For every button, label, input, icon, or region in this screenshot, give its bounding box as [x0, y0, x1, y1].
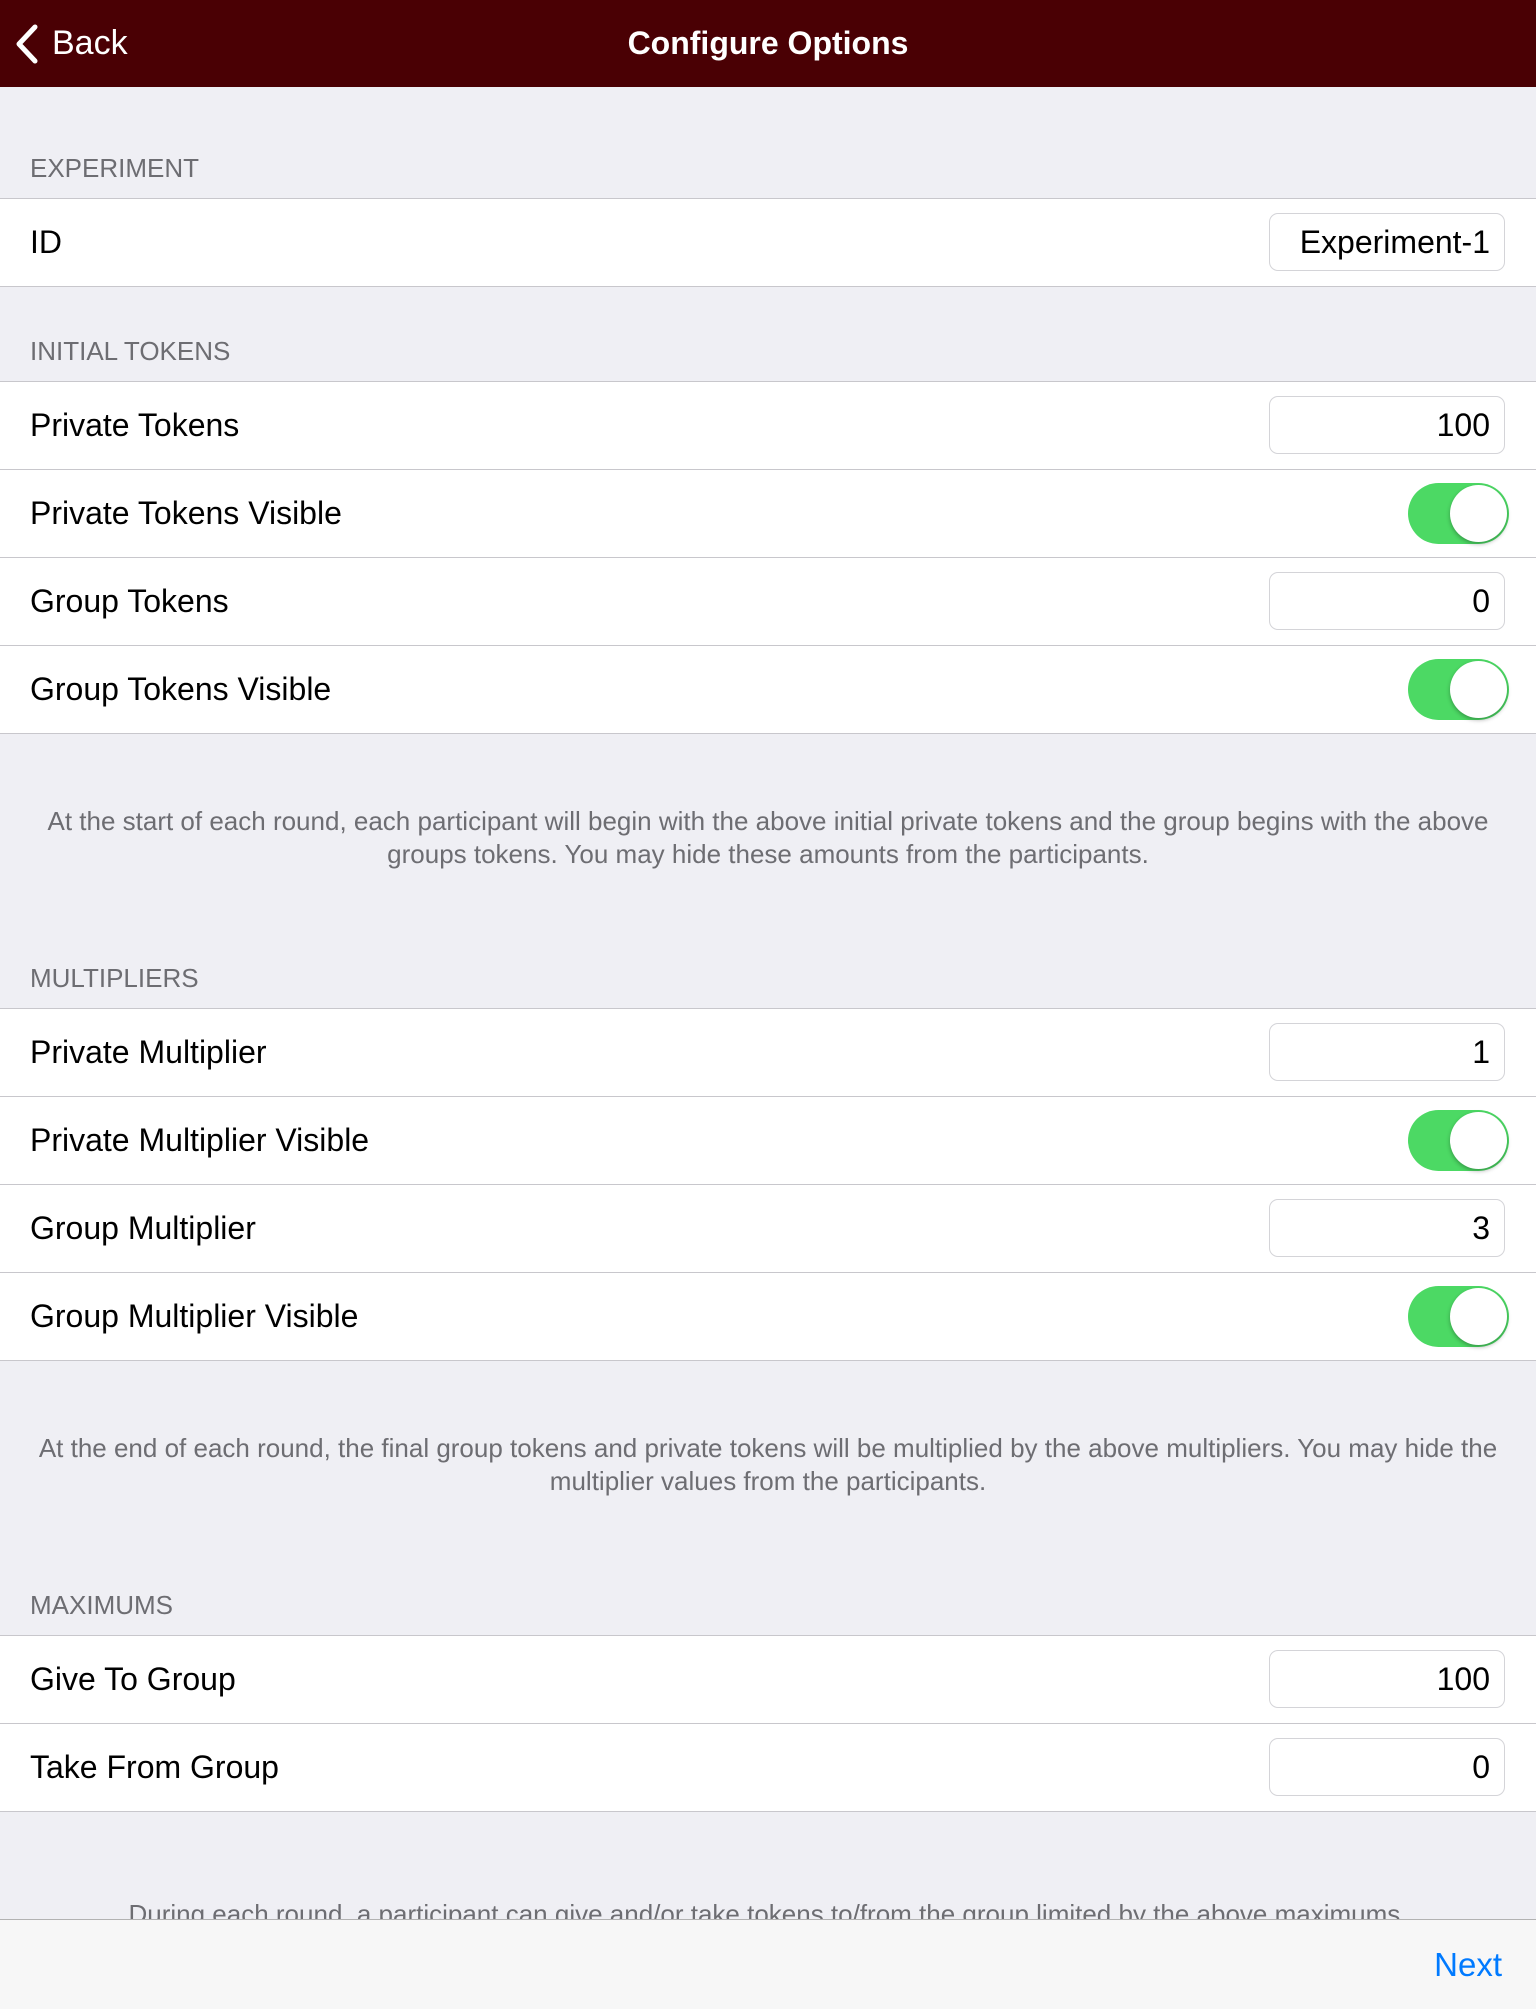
group-tokens-label: Group Tokens	[30, 583, 229, 619]
group-multiplier-visible-row: Group Multiplier Visible	[0, 1272, 1536, 1360]
section-header-multipliers: MULTIPLIERS	[30, 963, 199, 993]
multipliers-footer: At the end of each round, the final grou…	[38, 1433, 1498, 1496]
private-tokens-input[interactable]: 100	[1269, 396, 1505, 454]
experiment-group: ID Experiment-1	[0, 198, 1536, 287]
give-to-group-label: Give To Group	[30, 1661, 236, 1697]
private-tokens-label: Private Tokens	[30, 407, 240, 443]
group-tokens-visible-toggle[interactable]	[1408, 659, 1509, 720]
page-title: Configure Options	[627, 25, 909, 61]
private-multiplier-visible-row: Private Multiplier Visible	[0, 1096, 1536, 1184]
next-button[interactable]: Next	[1434, 1920, 1502, 2009]
id-label: ID	[30, 224, 62, 260]
group-tokens-input[interactable]: 0	[1269, 572, 1505, 630]
private-multiplier-label: Private Multiplier	[30, 1034, 267, 1070]
group-multiplier-input[interactable]: 3	[1269, 1199, 1505, 1257]
group-tokens-visible-row: Group Tokens Visible	[0, 645, 1536, 733]
initial-tokens-group: Private Tokens 100 Private Tokens Visibl…	[0, 381, 1536, 734]
options-list[interactable]: EXPERIMENT ID Experiment-1 INITIAL TOKEN…	[0, 87, 1536, 1919]
give-to-group-input[interactable]: 100	[1269, 1650, 1505, 1708]
group-tokens-row: Group Tokens 0	[0, 557, 1536, 645]
private-tokens-visible-row: Private Tokens Visible	[0, 469, 1536, 557]
section-header-experiment: EXPERIMENT	[30, 153, 200, 183]
section-header-maximums: MAXIMUMS	[30, 1590, 173, 1620]
private-multiplier-visible-label: Private Multiplier Visible	[30, 1122, 370, 1158]
bottom-toolbar: Next	[0, 1919, 1536, 2009]
maximums-group: Give To Group 100 Take From Group 0	[0, 1635, 1536, 1812]
private-tokens-visible-label: Private Tokens Visible	[30, 495, 342, 531]
id-row: ID Experiment-1	[0, 199, 1536, 286]
private-tokens-row: Private Tokens 100	[0, 382, 1536, 469]
id-input[interactable]: Experiment-1	[1269, 213, 1505, 271]
group-multiplier-label: Group Multiplier	[30, 1210, 256, 1246]
private-multiplier-row: Private Multiplier 1	[0, 1009, 1536, 1096]
section-header-initial-tokens: INITIAL TOKENS	[30, 336, 231, 366]
private-multiplier-input[interactable]: 1	[1269, 1023, 1505, 1081]
maximums-footer: During each round, a participant can giv…	[128, 1899, 1408, 1919]
toggle-knob	[1450, 485, 1507, 542]
initial-tokens-footer: At the start of each round, each partici…	[47, 806, 1489, 869]
give-to-group-row: Give To Group 100	[0, 1636, 1536, 1723]
take-from-group-label: Take From Group	[30, 1749, 279, 1785]
private-tokens-visible-toggle[interactable]	[1408, 483, 1509, 544]
multipliers-group: Private Multiplier 1 Private Multiplier …	[0, 1008, 1536, 1361]
group-multiplier-row: Group Multiplier 3	[0, 1184, 1536, 1272]
toggle-knob	[1450, 1112, 1507, 1169]
group-multiplier-visible-toggle[interactable]	[1408, 1286, 1509, 1347]
toggle-knob	[1450, 661, 1507, 718]
take-from-group-row: Take From Group 0	[0, 1723, 1536, 1811]
take-from-group-input[interactable]: 0	[1269, 1738, 1505, 1796]
navigation-bar: Back Configure Options	[0, 0, 1536, 87]
group-multiplier-visible-label: Group Multiplier Visible	[30, 1298, 359, 1334]
private-multiplier-visible-toggle[interactable]	[1408, 1110, 1509, 1171]
group-tokens-visible-label: Group Tokens Visible	[30, 671, 332, 707]
toggle-knob	[1450, 1288, 1507, 1345]
